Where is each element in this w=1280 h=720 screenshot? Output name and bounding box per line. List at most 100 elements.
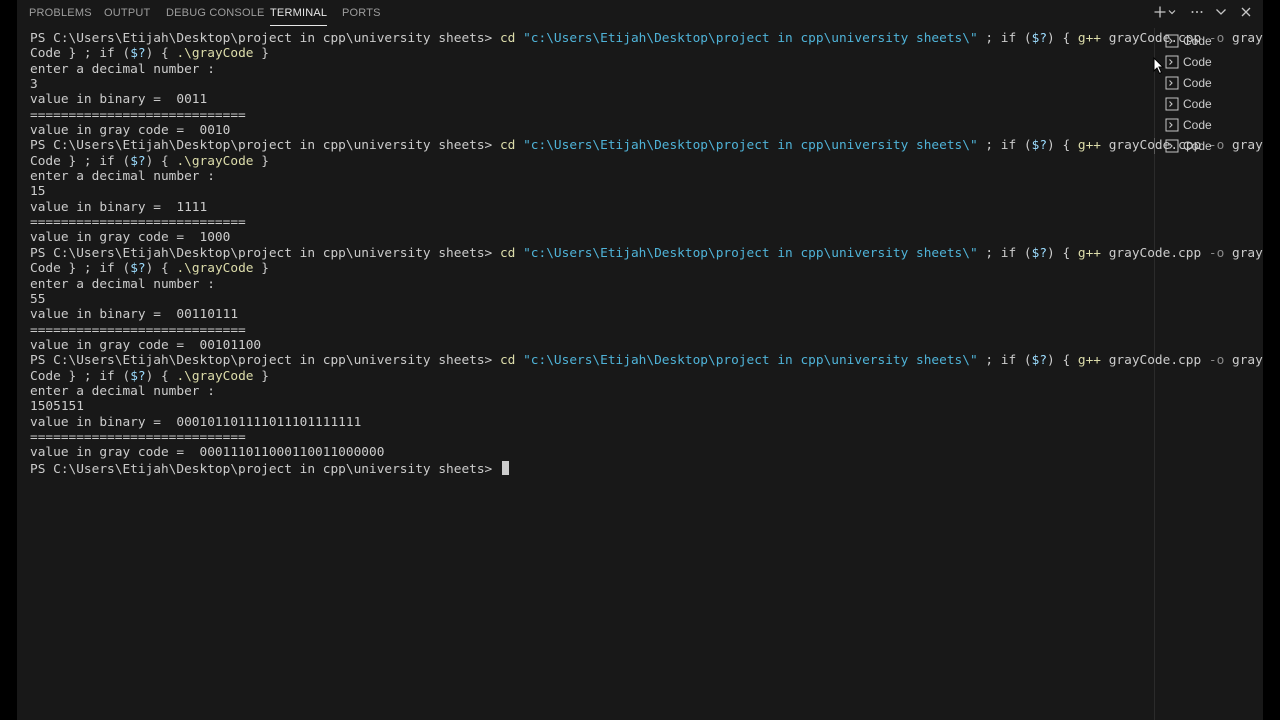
- terminal-line: Code } ; if ($?) { .\grayCode }: [30, 154, 1152, 169]
- tab-output[interactable]: OUTPUT: [104, 0, 150, 26]
- terminal-token: ;: [977, 245, 1001, 261]
- terminal-token: ;: [977, 353, 1001, 369]
- terminal-line: ============================: [30, 430, 1152, 445]
- terminal-list-item[interactable]: Code: [1165, 32, 1212, 50]
- terminal-token: cd: [499, 245, 524, 261]
- terminal-token: (: [1023, 245, 1032, 261]
- terminal-list-item[interactable]: Code: [1165, 53, 1212, 71]
- terminal-token: ) {: [1047, 138, 1078, 154]
- terminal-line: 1505151: [30, 399, 1152, 414]
- tab-problems[interactable]: PROBLEMS: [29, 0, 92, 26]
- terminal-token: ) {: [145, 261, 177, 277]
- terminal-token: PS C:\Users\Etijah\Desktop\project in cp…: [30, 245, 500, 261]
- tab-terminal[interactable]: TERMINAL: [270, 0, 328, 26]
- terminal-token: ;: [977, 31, 1001, 46]
- terminal-token: $?: [1031, 138, 1048, 154]
- terminal-line: Code } ; if ($?) { .\grayCode }: [30, 261, 1152, 276]
- tab-ports[interactable]: PORTS: [342, 0, 381, 26]
- terminal-line: value in gray code = 1000: [30, 230, 1152, 245]
- terminal-token: ) {: [1047, 353, 1078, 369]
- terminal-icon: [1165, 55, 1179, 69]
- terminal-token: (: [1023, 31, 1032, 46]
- terminal-token: if: [99, 261, 123, 277]
- terminal-output[interactable]: PS C:\Users\Etijah\Desktop\project in cp…: [30, 31, 1263, 511]
- terminal-list-label: Code: [1183, 118, 1212, 132]
- terminal-list-item[interactable]: Code: [1165, 116, 1212, 134]
- terminal-token: $?: [1031, 353, 1048, 369]
- terminal-list-item[interactable]: Code: [1165, 74, 1212, 92]
- mouse-pointer-icon: [1153, 57, 1165, 75]
- terminal-line: enter a decimal number :: [30, 277, 1152, 292]
- terminal-token: ============================: [30, 215, 246, 231]
- vscode-panel: PROBLEMS OUTPUT DEBUG CONSOLE TERMINAL P…: [17, 0, 1263, 720]
- terminal-token: g++: [1077, 353, 1109, 369]
- terminal-token: 55: [30, 291, 46, 307]
- terminal-icon: [1165, 97, 1179, 111]
- ellipsis-icon[interactable]: [1188, 3, 1206, 21]
- terminal-token: if: [1000, 31, 1024, 46]
- terminal-token: PS C:\Users\Etijah\Desktop\project in cp…: [30, 353, 500, 369]
- terminal-token: Code } ;: [30, 261, 100, 277]
- terminal-icon: [1165, 118, 1179, 132]
- close-icon[interactable]: [1237, 3, 1255, 21]
- terminal-line: PS C:\Users\Etijah\Desktop\project in cp…: [30, 245, 1263, 261]
- terminal-token: (: [1023, 353, 1032, 369]
- terminal-token: if: [1000, 138, 1024, 154]
- terminal-token: g++: [1077, 245, 1109, 261]
- terminal-token: value in gray code = 00101100: [30, 337, 262, 353]
- terminal-token: .\grayCode: [176, 261, 254, 277]
- terminal-list-label: Code: [1183, 139, 1212, 153]
- terminal-line: value in binary = 00110111: [30, 307, 1152, 322]
- terminal-list-label: Code: [1183, 97, 1212, 111]
- terminal-list-item[interactable]: Code: [1165, 95, 1212, 113]
- terminal-token: Code } ;: [30, 153, 100, 169]
- terminal-line: value in binary = 0011: [30, 92, 1152, 107]
- terminal-line: value in gray code = 0010: [30, 123, 1152, 138]
- terminal-line: PS C:\Users\Etijah\Desktop\project in cp…: [30, 138, 1263, 154]
- terminal-line: value in gray code = 00101100: [30, 338, 1152, 353]
- terminal-token: $?: [1031, 245, 1048, 261]
- terminal-line: ============================: [30, 215, 1152, 230]
- terminal-token: value in gray code = 0010: [30, 123, 231, 139]
- terminal-token: PS C:\Users\Etijah\Desktop\project in cp…: [30, 461, 500, 477]
- terminal-token: }: [253, 153, 269, 169]
- terminal-token: if: [99, 153, 123, 169]
- terminal-token: enter a decimal number :: [30, 169, 215, 185]
- terminal-icon: [1165, 76, 1179, 90]
- terminal-token: g++: [1077, 31, 1109, 46]
- terminal-list: Code Code Code Code Code Code: [1154, 28, 1264, 720]
- terminal-token: ) {: [1047, 31, 1078, 46]
- terminal-token: ============================: [30, 429, 246, 445]
- terminal-token: cd: [499, 138, 524, 154]
- terminal-token: $?: [1031, 31, 1048, 46]
- terminal-line: 15: [30, 184, 1152, 199]
- chevron-down-icon[interactable]: [1212, 3, 1230, 21]
- terminal-line: ============================: [30, 108, 1152, 123]
- terminal-token: cd: [499, 31, 524, 46]
- panel-tab-bar: PROBLEMS OUTPUT DEBUG CONSOLE TERMINAL P…: [17, 0, 1263, 26]
- terminal-token: }: [253, 368, 269, 384]
- terminal-token: PS C:\Users\Etijah\Desktop\project in cp…: [30, 138, 500, 154]
- terminal-token: Code } ;: [30, 368, 100, 384]
- terminal-token: .\grayCode: [176, 368, 254, 384]
- terminal-token: 3: [30, 77, 38, 93]
- terminal-token: .\grayCode: [176, 46, 254, 62]
- terminal-line: 55: [30, 292, 1152, 307]
- terminal-token: PS C:\Users\Etijah\Desktop\project in cp…: [30, 31, 500, 46]
- terminal-list-label: Code: [1183, 76, 1212, 90]
- tab-debug-console[interactable]: DEBUG CONSOLE: [166, 0, 265, 26]
- terminal-token: }: [253, 46, 269, 62]
- terminal-line: value in gray code = 0001110110001100110…: [30, 445, 1152, 460]
- terminal-line: enter a decimal number :: [30, 169, 1152, 184]
- terminal-line: PS C:\Users\Etijah\Desktop\project in cp…: [30, 353, 1263, 369]
- terminal-list-item[interactable]: Code: [1154, 137, 1212, 155]
- terminal-token: "c:\Users\Etijah\Desktop\project in cpp\…: [523, 245, 978, 261]
- terminal-token: ) {: [145, 46, 177, 62]
- terminal-token: $?: [130, 368, 146, 384]
- terminal-line: Code } ; if ($?) { .\grayCode }: [30, 46, 1152, 61]
- terminal-token: value in gray code = 1000: [30, 230, 231, 246]
- terminal-token: g++: [1077, 138, 1109, 154]
- terminal-list-label: Code: [1183, 55, 1212, 69]
- chevron-down-icon[interactable]: [1166, 3, 1178, 21]
- terminal-line: PS C:\Users\Etijah\Desktop\project in cp…: [30, 460, 1152, 477]
